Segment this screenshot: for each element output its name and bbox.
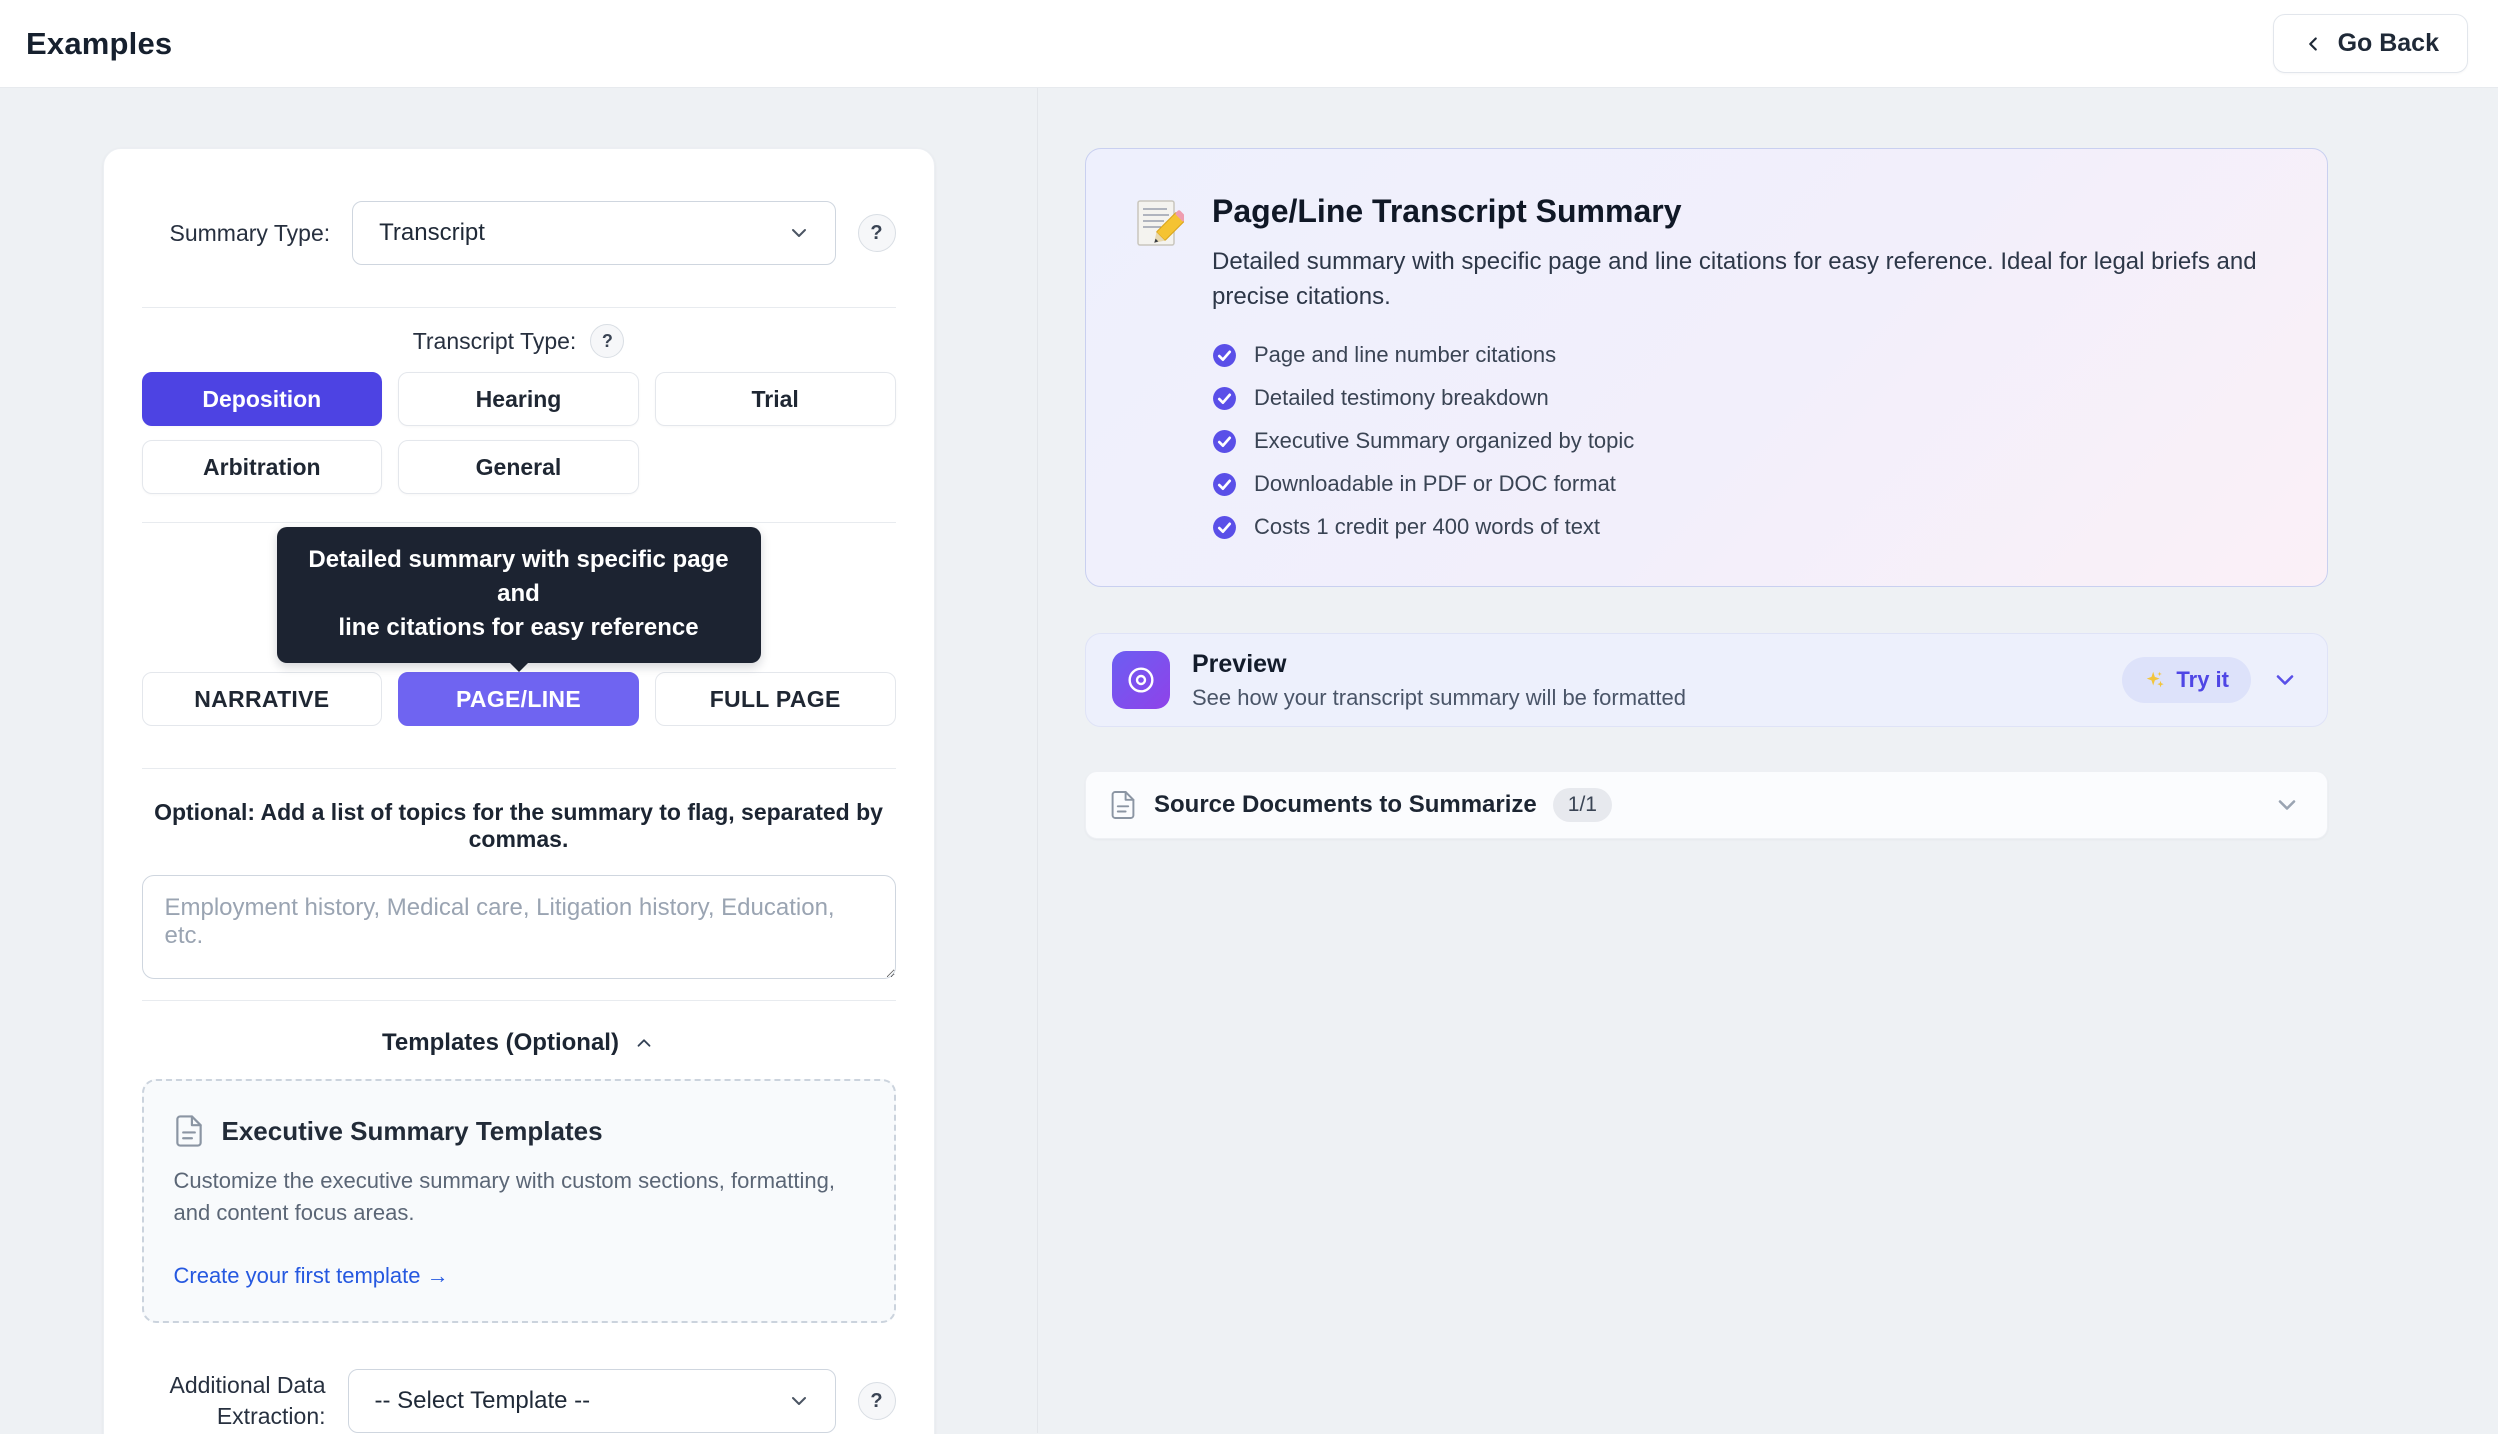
- check-circle-icon: [1212, 472, 1237, 497]
- chevron-up-icon: [633, 1032, 655, 1054]
- tooltip-line-1: Detailed summary with specific page and: [301, 543, 737, 611]
- preview-subtitle: See how your transcript summary will be …: [1192, 685, 1686, 711]
- memo-pencil-icon: [1134, 197, 1184, 251]
- left-column: Summary Type: Transcript ? Transcript Ty…: [0, 88, 1038, 1433]
- divider: [142, 522, 896, 523]
- format-tooltip: Detailed summary with specific page and …: [277, 527, 761, 663]
- check-circle-icon: [1212, 386, 1237, 411]
- data-extraction-select[interactable]: -- Select Template --: [348, 1369, 836, 1433]
- summary-form-card: Summary Type: Transcript ? Transcript Ty…: [103, 148, 935, 1434]
- file-icon: [1110, 790, 1136, 820]
- transcript-type-options: Deposition Hearing Trial Arbitration Gen…: [142, 372, 896, 494]
- format-page-line[interactable]: PAGE/LINE: [398, 672, 639, 726]
- content-area: Summary Type: Transcript ? Transcript Ty…: [0, 88, 2498, 1433]
- transcript-type-label: Transcript Type:: [413, 328, 577, 355]
- executive-templates-box: Executive Summary Templates Customize th…: [142, 1079, 896, 1323]
- chevron-left-icon: [2302, 33, 2324, 55]
- transcript-type-trial[interactable]: Trial: [655, 372, 896, 426]
- summary-type-value: Transcript: [379, 219, 485, 247]
- divider: [142, 768, 896, 769]
- templates-section-toggle[interactable]: Templates (Optional): [142, 1029, 896, 1057]
- data-extraction-value: -- Select Template --: [375, 1387, 591, 1415]
- feature-item: Downloadable in PDF or DOC format: [1212, 471, 2272, 497]
- document-icon: [174, 1115, 204, 1147]
- summary-type-row: Summary Type: Transcript ?: [142, 191, 896, 265]
- transcript-type-hearing[interactable]: Hearing: [398, 372, 639, 426]
- summary-type-help-icon[interactable]: ?: [858, 214, 896, 252]
- format-narrative[interactable]: NARRATIVE: [142, 672, 383, 726]
- transcript-type-row: Transcript Type: ?: [142, 324, 896, 358]
- topics-label: Optional: Add a list of topics for the s…: [142, 799, 896, 853]
- source-documents-title: Source Documents to Summarize: [1154, 791, 1537, 819]
- data-extraction-help-icon[interactable]: ?: [858, 1382, 896, 1420]
- page-title: Examples: [26, 26, 172, 62]
- executive-templates-title: Executive Summary Templates: [222, 1116, 603, 1147]
- summary-type-select[interactable]: Transcript: [352, 201, 835, 265]
- summary-info-card: Page/Line Transcript Summary Detailed su…: [1085, 148, 2328, 587]
- format-tooltip-zone: Detailed summary with specific page and …: [142, 527, 896, 672]
- tooltip-arrow: [510, 663, 528, 672]
- check-circle-icon: [1212, 343, 1237, 368]
- data-extraction-row: Additional Data Extraction: -- Select Te…: [142, 1369, 896, 1433]
- format-full-page[interactable]: FULL PAGE: [655, 672, 896, 726]
- templates-section-label: Templates (Optional): [382, 1029, 619, 1057]
- check-circle-icon: [1212, 515, 1237, 540]
- sparkle-icon: [2144, 669, 2166, 691]
- try-it-label: Try it: [2176, 667, 2229, 693]
- tooltip-line-2: line citations for easy reference: [301, 611, 737, 645]
- try-it-button[interactable]: Try it: [2122, 657, 2251, 703]
- topics-input[interactable]: [142, 875, 896, 979]
- divider: [142, 307, 896, 308]
- feature-item: Page and line number citations: [1212, 342, 2272, 368]
- transcript-type-general[interactable]: General: [398, 440, 639, 494]
- divider: [142, 1000, 896, 1001]
- feature-item: Costs 1 credit per 400 words of text: [1212, 514, 2272, 540]
- chevron-down-icon: [787, 1389, 811, 1413]
- source-documents-count-badge: 1/1: [1553, 788, 1612, 822]
- data-extraction-label: Additional Data Extraction:: [170, 1370, 326, 1432]
- executive-templates-description: Customize the executive summary with cus…: [174, 1165, 864, 1229]
- transcript-type-help-icon[interactable]: ?: [590, 324, 624, 358]
- feature-list: Page and line number citations Detailed …: [1212, 342, 2272, 540]
- transcript-type-deposition[interactable]: Deposition: [142, 372, 383, 426]
- check-circle-icon: [1212, 429, 1237, 454]
- go-back-label: Go Back: [2338, 29, 2439, 58]
- summary-type-label: Summary Type:: [170, 220, 331, 247]
- feature-item: Detailed testimony breakdown: [1212, 385, 2272, 411]
- transcript-type-arbitration[interactable]: Arbitration: [142, 440, 383, 494]
- top-bar: Examples Go Back: [0, 0, 2498, 88]
- go-back-button[interactable]: Go Back: [2273, 14, 2468, 73]
- summary-info-description: Detailed summary with specific page and …: [1212, 244, 2272, 314]
- right-column: Page/Line Transcript Summary Detailed su…: [1038, 88, 2498, 1433]
- chevron-down-icon[interactable]: [2273, 791, 2301, 819]
- chevron-down-icon[interactable]: [2271, 666, 2299, 694]
- eye-icon: [1112, 651, 1170, 709]
- chevron-down-icon: [787, 221, 811, 245]
- source-documents-panel[interactable]: Source Documents to Summarize 1/1: [1085, 771, 2328, 839]
- preview-title: Preview: [1192, 650, 1686, 679]
- summary-info-title: Page/Line Transcript Summary: [1212, 193, 2272, 230]
- preview-panel[interactable]: Preview See how your transcript summary …: [1085, 633, 2328, 727]
- summary-format-options: NARRATIVE PAGE/LINE FULL PAGE: [142, 672, 896, 726]
- create-template-link[interactable]: Create your first template →: [174, 1263, 449, 1289]
- feature-item: Executive Summary organized by topic: [1212, 428, 2272, 454]
